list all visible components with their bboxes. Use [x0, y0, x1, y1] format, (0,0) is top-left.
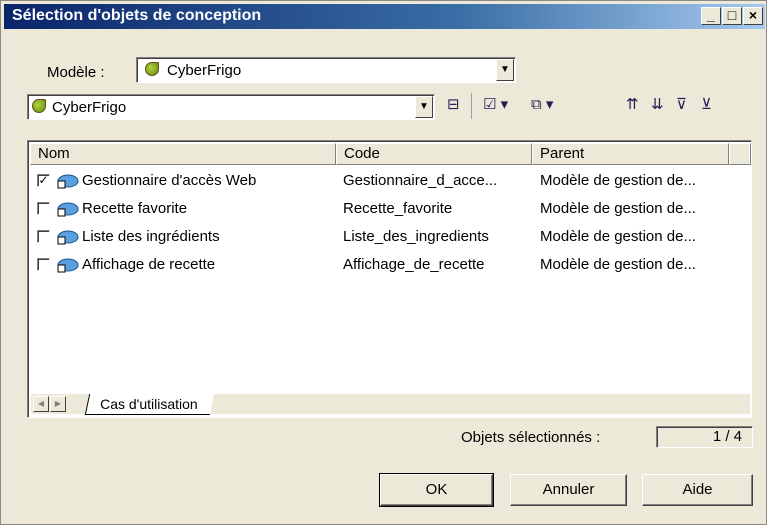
row-code: Recette_favorite	[343, 200, 453, 217]
tree-view-icon[interactable]: ⊟	[447, 95, 460, 113]
chevron-down-icon[interactable]: ▼	[415, 96, 433, 118]
row-parent: Modèle de gestion de...	[540, 228, 696, 245]
use-case-icon	[57, 174, 79, 189]
row-checkbox[interactable]	[37, 230, 50, 243]
filter-icon[interactable]: ⊽	[676, 95, 687, 113]
use-case-icon	[57, 202, 79, 217]
row-checkbox[interactable]	[37, 202, 50, 215]
tab-scroll-left-icon[interactable]: ◀	[33, 396, 49, 412]
deselect-all-icon[interactable]: ⧉ ▾	[531, 95, 553, 113]
chevron-down-icon[interactable]: ▼	[496, 59, 514, 81]
list-header: Nom Code Parent	[30, 143, 751, 165]
tab-label: Cas d'utilisation	[100, 396, 198, 412]
column-code[interactable]: Code	[336, 143, 532, 165]
package-select-value: CyberFrigo	[52, 99, 127, 116]
table-row[interactable]: ✓ Gestionnaire d'accès Web Gestionnaire_…	[30, 169, 730, 193]
cancel-button[interactable]: Annuler	[510, 474, 627, 506]
toolbar-separator	[471, 93, 472, 119]
tab-cas-d-utilisation[interactable]: Cas d'utilisation	[84, 394, 214, 415]
ok-button[interactable]: OK	[379, 473, 494, 507]
package-leaf-icon	[32, 99, 46, 117]
object-list[interactable]: Nom Code Parent ✓ Gestionnaire d'accès W…	[27, 140, 752, 418]
move-down-icon[interactable]: ⇊	[651, 95, 664, 113]
row-parent: Modèle de gestion de...	[540, 256, 696, 273]
selected-count-value: 1 / 4	[656, 426, 753, 448]
clear-filter-icon[interactable]: ⊻	[701, 95, 712, 113]
close-button[interactable]: ×	[743, 7, 763, 25]
table-row[interactable]: Liste des ingrédients Liste_des_ingredie…	[30, 225, 730, 249]
help-button[interactable]: Aide	[642, 474, 753, 506]
table-row[interactable]: Affichage de recette Affichage_de_recett…	[30, 253, 730, 277]
package-select[interactable]: CyberFrigo ▼	[27, 94, 435, 120]
title-bar[interactable]: Sélection d'objets de conception _ □ ×	[4, 4, 765, 29]
model-select-value: CyberFrigo	[167, 62, 242, 79]
model-select[interactable]: CyberFrigo ▼	[136, 57, 516, 83]
model-leaf-icon	[145, 62, 159, 80]
row-parent: Modèle de gestion de...	[540, 172, 696, 189]
row-nom: Recette favorite	[82, 200, 188, 217]
row-nom: Affichage de recette	[82, 256, 216, 273]
minimize-button[interactable]: _	[701, 7, 721, 25]
use-case-icon	[57, 258, 79, 273]
row-checkbox[interactable]	[37, 258, 50, 271]
row-nom: Gestionnaire d'accès Web	[82, 172, 257, 189]
tab-strip: ◀ ▶ Cas d'utilisation	[31, 394, 750, 415]
dialog-title: Sélection d'objets de conception	[12, 7, 262, 24]
table-row[interactable]: Recette favorite Recette_favorite Modèle…	[30, 197, 730, 221]
dialog-window: Sélection d'objets de conception _ □ × M…	[0, 0, 767, 525]
selected-count-label: Objets sélectionnés :	[461, 429, 601, 446]
move-up-icon[interactable]: ⇈	[626, 95, 639, 113]
use-case-icon	[57, 230, 79, 245]
row-code: Liste_des_ingredients	[343, 228, 489, 245]
row-nom: Liste des ingrédients	[82, 228, 220, 245]
row-checkbox[interactable]: ✓	[37, 174, 50, 187]
row-code: Gestionnaire_d_acce...	[343, 172, 498, 189]
column-parent[interactable]: Parent	[532, 143, 729, 165]
column-nom[interactable]: Nom	[30, 143, 336, 165]
column-filler	[729, 143, 751, 165]
model-label: Modèle :	[47, 64, 105, 81]
select-all-icon[interactable]: ☑ ▾	[483, 95, 508, 113]
row-code: Affichage_de_recette	[343, 256, 485, 273]
row-parent: Modèle de gestion de...	[540, 200, 696, 217]
maximize-button[interactable]: □	[722, 7, 742, 25]
tab-scroll-right-icon[interactable]: ▶	[50, 396, 66, 412]
